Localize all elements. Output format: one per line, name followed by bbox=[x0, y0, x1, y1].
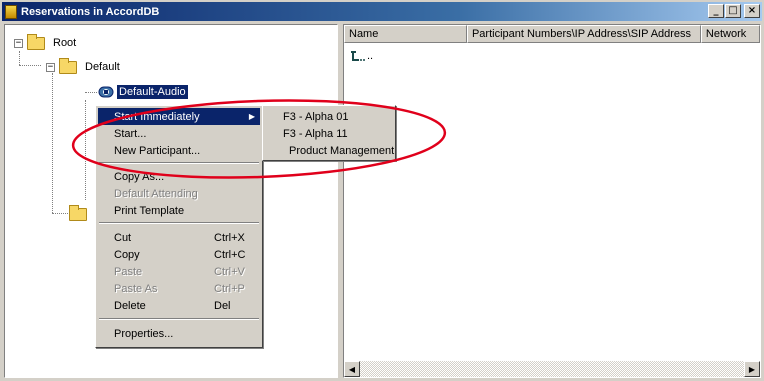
tree-node-root[interactable]: − Root bbox=[14, 33, 77, 52]
folder-icon bbox=[27, 33, 45, 50]
minimize-button[interactable]: _ bbox=[708, 4, 724, 18]
submenu-item-alpha-11[interactable]: F3 - Alpha 11 bbox=[265, 125, 393, 142]
list-pane[interactable]: Name Participant Numbers\IP Address\SIP … bbox=[343, 24, 761, 378]
menu-item-cut[interactable]: Cut Ctrl+X bbox=[98, 229, 260, 246]
menu-item-label: Start... bbox=[114, 127, 147, 140]
menu-item-label: Properties... bbox=[114, 327, 174, 340]
menu-item-label: New Participant... bbox=[114, 144, 201, 157]
menu-separator bbox=[99, 222, 259, 224]
menu-item-label: Paste As bbox=[114, 282, 158, 295]
reservations-window: Reservations in AccordDB _ □ × − Root − … bbox=[0, 0, 764, 381]
maximize-button[interactable]: □ bbox=[725, 4, 741, 18]
menu-item-label: Cut bbox=[114, 231, 132, 244]
tree-label-selected: Default-Audio bbox=[117, 85, 188, 99]
menu-item-delete[interactable]: Delete Del bbox=[98, 297, 260, 314]
folder-icon bbox=[59, 57, 77, 74]
menu-item-new-participant[interactable]: New Participant... bbox=[98, 142, 260, 159]
menu-separator bbox=[99, 318, 259, 320]
menu-item-copy-as[interactable]: Copy As... bbox=[98, 168, 260, 185]
start-immediately-submenu: F3 - Alpha 01 F3 - Alpha 11 Product Mana… bbox=[262, 105, 396, 161]
menu-item-label: Copy bbox=[114, 248, 140, 261]
column-header-address[interactable]: Participant Numbers\IP Address\SIP Addre… bbox=[466, 25, 701, 43]
column-headers: Name Participant Numbers\IP Address\SIP … bbox=[344, 25, 760, 43]
menu-shortcut: Del bbox=[214, 299, 231, 312]
collapse-icon[interactable]: − bbox=[14, 38, 23, 48]
list-item-name: .. bbox=[367, 50, 374, 62]
scroll-right-icon[interactable]: ▶ bbox=[744, 361, 760, 377]
tree-node-default[interactable]: − Default bbox=[46, 57, 120, 76]
window-title: Reservations in AccordDB bbox=[21, 5, 160, 18]
menu-item-start[interactable]: Start... bbox=[98, 125, 260, 142]
submenu-arrow-icon: ▶ bbox=[248, 112, 255, 121]
menu-shortcut: Ctrl+P bbox=[214, 282, 245, 295]
tree-label-default: Default bbox=[85, 61, 120, 73]
context-menu: Start Immediately ▶ Start... New Partici… bbox=[95, 105, 263, 348]
column-header-name[interactable]: Name bbox=[344, 25, 467, 43]
scroll-left-icon[interactable]: ◀ bbox=[344, 361, 360, 377]
menu-item-label: Delete bbox=[114, 299, 146, 312]
submenu-item-product-management[interactable]: Product Management bbox=[265, 142, 394, 159]
menu-item-label: Start Immediately bbox=[114, 110, 200, 123]
tree-connector bbox=[85, 100, 86, 200]
tree-node-default-audio[interactable]: Default-Audio bbox=[97, 83, 188, 101]
conference-icon bbox=[98, 86, 114, 98]
tree-connector bbox=[19, 51, 20, 65]
close-button[interactable]: × bbox=[744, 4, 760, 18]
menu-separator bbox=[99, 162, 259, 164]
menu-shortcut: Ctrl+X bbox=[214, 231, 245, 244]
menu-shortcut: Ctrl+C bbox=[214, 248, 246, 261]
menu-item-paste[interactable]: Paste Ctrl+V bbox=[98, 263, 260, 280]
menu-item-start-immediately[interactable]: Start Immediately ▶ bbox=[98, 108, 260, 125]
menu-item-paste-as[interactable]: Paste As Ctrl+P bbox=[98, 280, 260, 297]
scroll-track[interactable] bbox=[360, 361, 744, 377]
menu-item-label: Copy As... bbox=[114, 170, 165, 183]
tree-connector bbox=[52, 73, 53, 213]
menu-item-default-attending[interactable]: Default Attending bbox=[98, 185, 260, 202]
menu-item-print-template[interactable]: Print Template bbox=[98, 202, 260, 219]
collapse-icon[interactable]: − bbox=[46, 62, 55, 72]
title-bar[interactable]: Reservations in AccordDB _ □ × bbox=[2, 2, 762, 21]
menu-item-label: Print Template bbox=[114, 204, 185, 217]
menu-item-copy[interactable]: Copy Ctrl+C bbox=[98, 246, 260, 263]
folder-icon bbox=[69, 204, 87, 221]
tree-label-root: Root bbox=[53, 37, 77, 49]
menu-shortcut: Ctrl+V bbox=[214, 265, 245, 278]
menu-item-properties[interactable]: Properties... bbox=[98, 325, 260, 342]
menu-item-label: Default Attending bbox=[114, 187, 198, 200]
up-folder-icon bbox=[351, 51, 365, 61]
menu-item-label: Paste bbox=[114, 265, 143, 278]
app-icon bbox=[5, 4, 17, 19]
tree-connector bbox=[19, 65, 41, 66]
list-item[interactable]: .. bbox=[344, 47, 760, 65]
tree-connector bbox=[52, 213, 68, 214]
tree-node-folder[interactable] bbox=[69, 204, 95, 223]
column-header-network[interactable]: Network bbox=[700, 25, 760, 43]
horizontal-scrollbar[interactable]: ◀ ▶ bbox=[344, 361, 760, 377]
submenu-item-alpha-01[interactable]: F3 - Alpha 01 bbox=[265, 108, 393, 125]
tree-connector bbox=[85, 92, 97, 93]
